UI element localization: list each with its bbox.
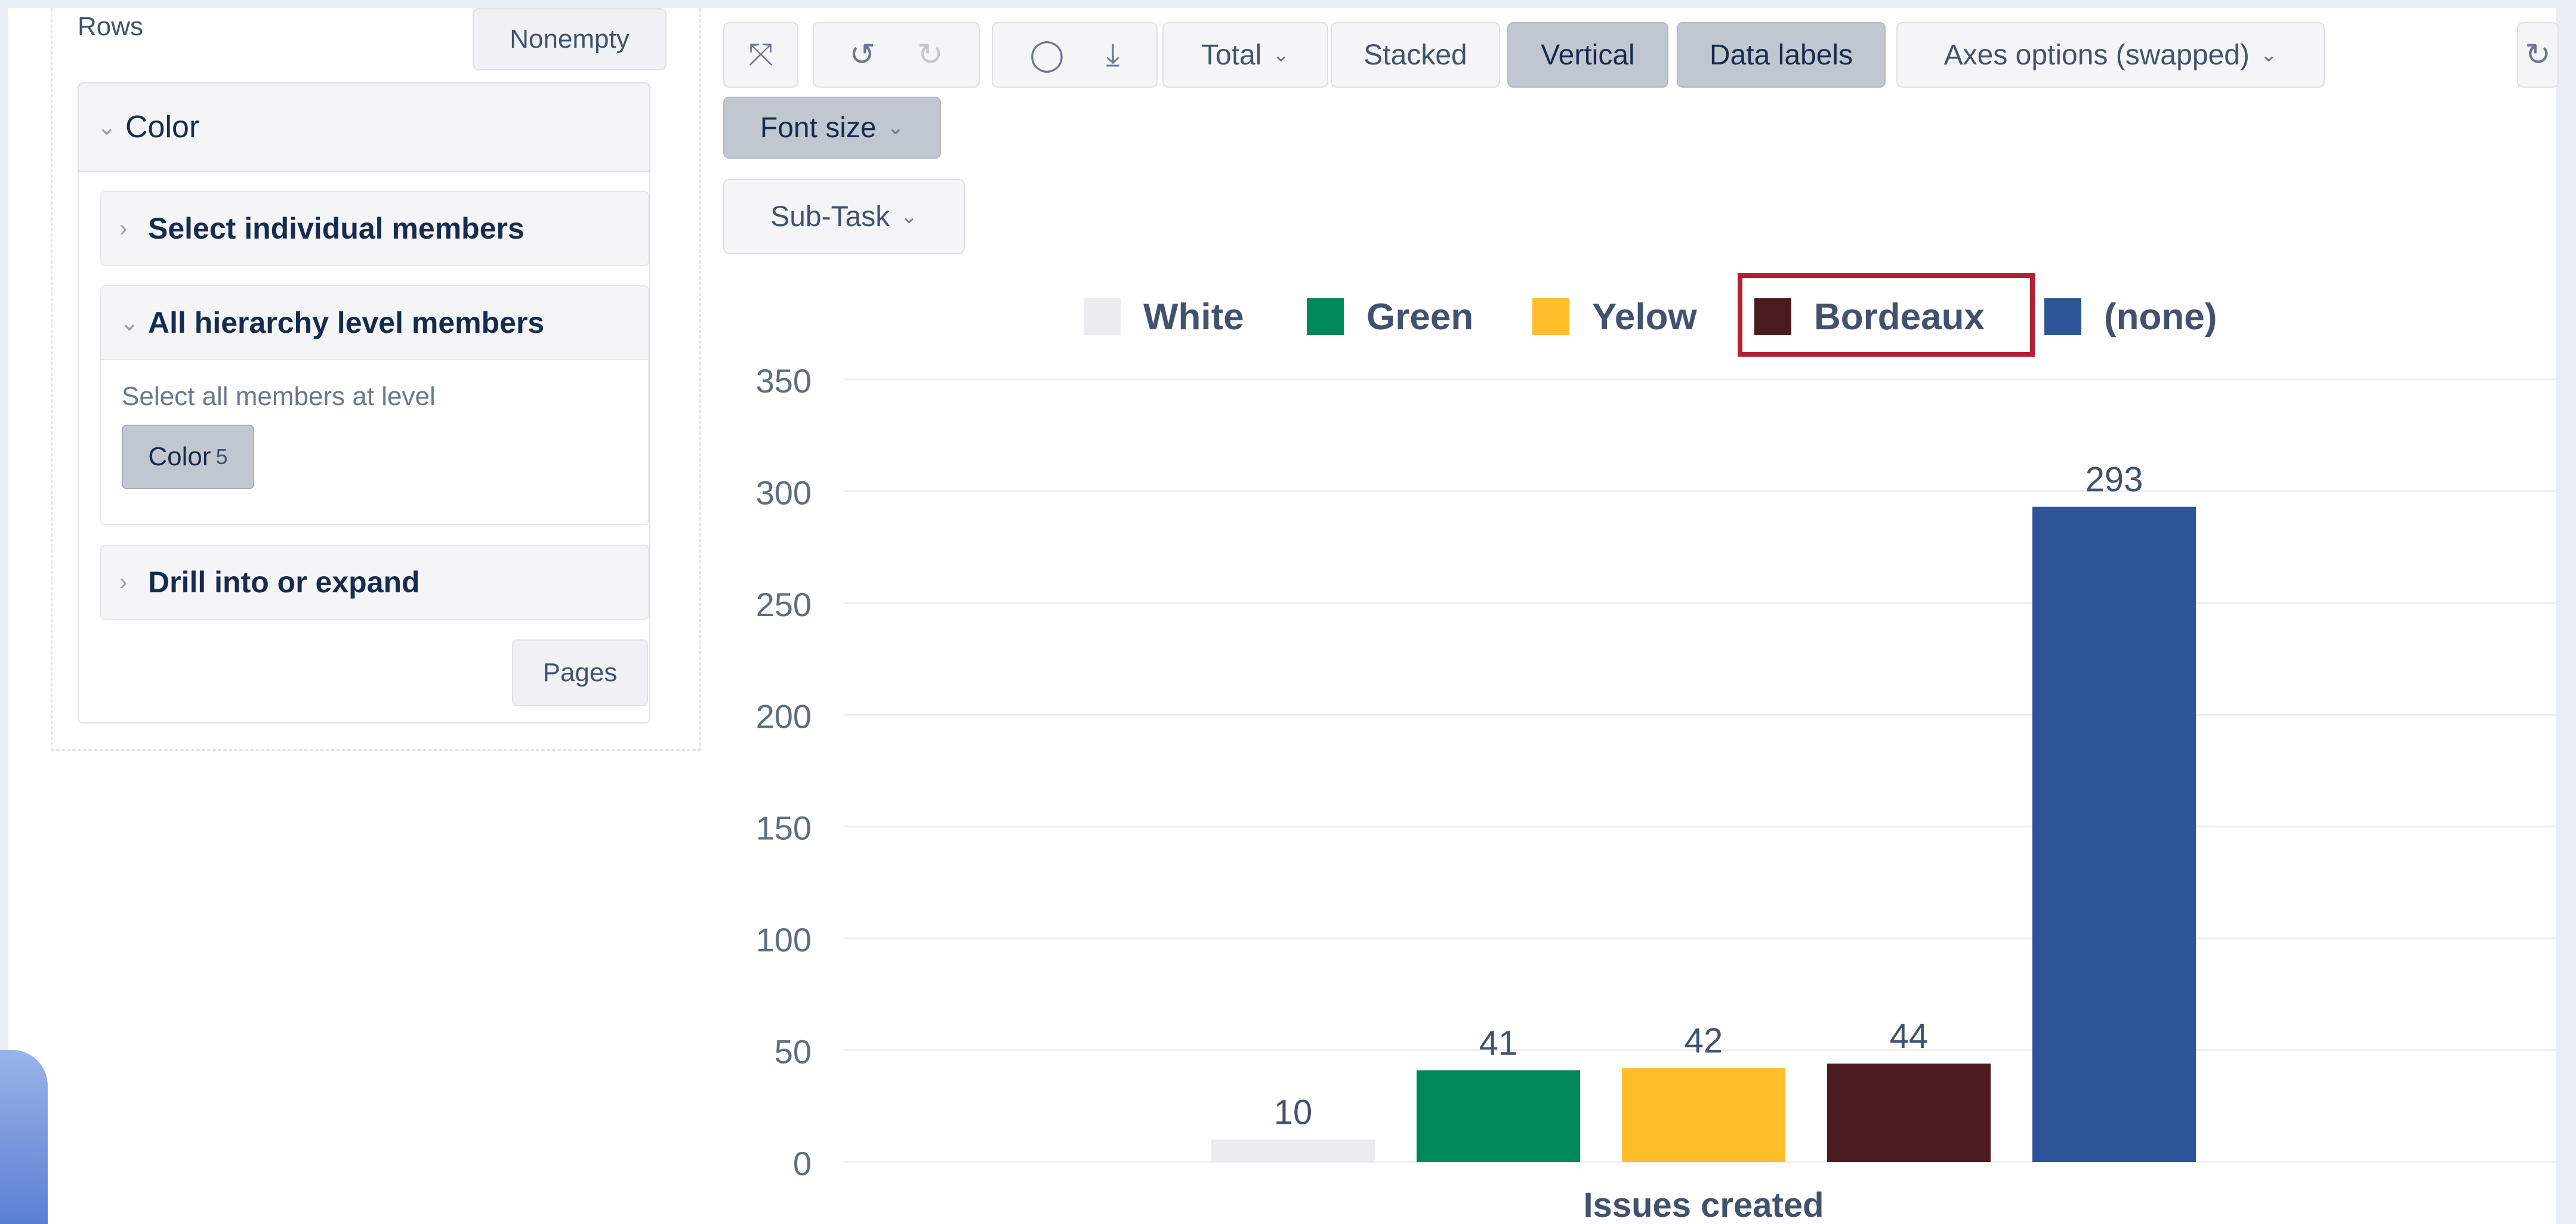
y-tick-label: 100 [756, 921, 812, 959]
data-label: 41 [1479, 1024, 1518, 1062]
legend-label: White [1143, 296, 1244, 338]
legend-swatch [1307, 298, 1344, 335]
legend-swatch [1532, 298, 1569, 335]
legend-label: Green [1366, 296, 1473, 338]
y-tick-label: 350 [756, 362, 812, 400]
legend-label: Yelow [1592, 296, 1698, 338]
legend-label: (none) [2104, 296, 2217, 338]
bar [2032, 506, 2196, 1162]
data-label: 42 [1685, 1022, 1723, 1061]
x-axis-label: Issues created [1583, 1186, 1824, 1224]
y-tick-label: 150 [756, 809, 812, 847]
legend-swatch [1754, 298, 1791, 335]
legend-label: Bordeaux [1814, 296, 1985, 338]
bar [1211, 1139, 1375, 1162]
data-label: 44 [1890, 1017, 1929, 1056]
bar [1417, 1070, 1580, 1162]
data-label: 293 [2086, 460, 2143, 499]
bar [1827, 1064, 1991, 1162]
bar [1622, 1068, 1785, 1162]
legend-swatch [2044, 298, 2081, 335]
y-tick-label: 50 [775, 1033, 812, 1071]
data-label: 10 [1274, 1093, 1313, 1132]
y-tick-label: 0 [793, 1145, 812, 1182]
y-tick-label: 250 [756, 586, 812, 623]
legend-swatch [1084, 298, 1121, 335]
bar-chart: 0 50 100 150 200 250 300 350 10 41 42 44 293 Issues c… [756, 273, 2560, 1224]
y-tick-label: 300 [756, 474, 812, 511]
y-tick-label: 200 [756, 697, 812, 735]
